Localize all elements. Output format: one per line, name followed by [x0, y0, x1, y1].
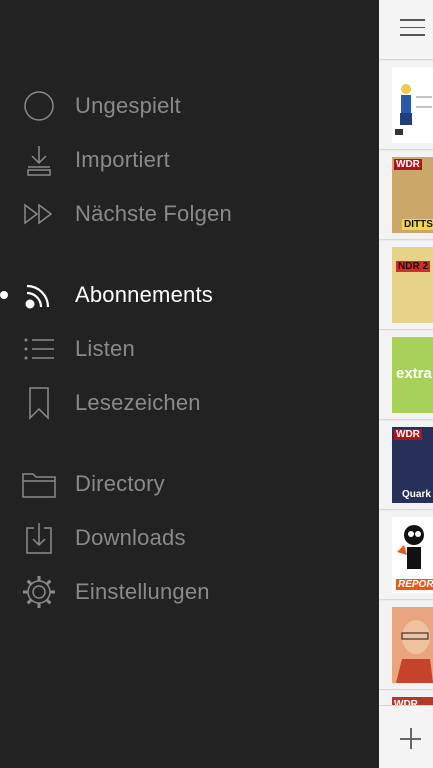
bookmark-icon: [20, 384, 58, 422]
menu-item-abonnements[interactable]: Abonnements: [0, 273, 379, 317]
side-menu: Ungespielt Importiert Nächste Folgen Abo…: [0, 0, 379, 768]
folder-icon: [20, 465, 58, 503]
hamburger-menu-icon[interactable]: [400, 19, 425, 37]
thumbnail-caption: WDR: [394, 159, 422, 170]
menu-item-importiert[interactable]: Importiert: [0, 138, 379, 182]
list-item[interactable]: [379, 601, 433, 690]
podcast-thumbnail: [392, 607, 433, 683]
top-bar: [379, 0, 433, 60]
add-podcast-icon[interactable]: [400, 728, 421, 749]
menu-item-ungespielt[interactable]: Ungespielt: [0, 84, 379, 128]
thumbnail-caption: Quark: [402, 489, 431, 500]
thumbnail-caption: DITTS: [402, 219, 433, 230]
subscriptions-panel: WDR DITTS NDR 2 extra WDR Quark REPOR WD…: [379, 0, 433, 768]
next-episodes-icon: [20, 195, 58, 233]
menu-item-label: Directory: [75, 471, 165, 496]
thumbnail-caption: NDR 2: [396, 261, 431, 272]
gear-icon: [20, 573, 58, 611]
menu-item-label: Nächste Folgen: [75, 201, 232, 226]
bottom-bar: [379, 705, 433, 768]
menu-item-label: Einstellungen: [75, 579, 210, 604]
podcast-thumbnail: NDR 2: [392, 247, 433, 323]
list-item[interactable]: extra: [379, 331, 433, 420]
thumbnail-caption: WDR: [394, 429, 422, 440]
thumbnail-caption: REPOR: [396, 579, 433, 590]
menu-item-directory[interactable]: Directory: [0, 462, 379, 506]
import-icon: [20, 141, 58, 179]
menu-item-listen[interactable]: Listen: [0, 327, 379, 371]
menu-item-naechste-folgen[interactable]: Nächste Folgen: [0, 192, 379, 236]
list-item[interactable]: WDR DITTS: [379, 151, 433, 240]
active-indicator: [0, 291, 8, 299]
list-item[interactable]: [379, 61, 433, 150]
list-item[interactable]: WDR Quark: [379, 421, 433, 510]
circle-icon: [20, 87, 58, 125]
list-item[interactable]: NDR 2: [379, 241, 433, 330]
menu-item-label: Ungespielt: [75, 93, 181, 118]
subscriptions-feed-icon: [20, 276, 58, 314]
download-icon: [20, 519, 58, 557]
podcast-thumbnail: [392, 67, 433, 143]
list-item[interactable]: REPOR: [379, 511, 433, 600]
menu-item-label: Downloads: [75, 525, 186, 550]
menu-item-label: Abonnements: [75, 282, 213, 307]
menu-item-downloads[interactable]: Downloads: [0, 516, 379, 560]
menu-item-lesezeichen[interactable]: Lesezeichen: [0, 381, 379, 425]
menu-item-label: Lesezeichen: [75, 390, 201, 415]
podcast-thumbnail: WDR Quark: [392, 427, 433, 503]
menu-item-label: Listen: [75, 336, 135, 361]
podcast-thumbnail: REPOR: [392, 517, 433, 593]
podcast-thumbnail: extra: [392, 337, 433, 413]
list-icon: [20, 330, 58, 368]
menu-item-einstellungen[interactable]: Einstellungen: [0, 570, 379, 614]
thumbnail-caption: extra: [396, 365, 432, 382]
menu-item-label: Importiert: [75, 147, 170, 172]
podcast-thumbnail: WDR DITTS: [392, 157, 433, 233]
